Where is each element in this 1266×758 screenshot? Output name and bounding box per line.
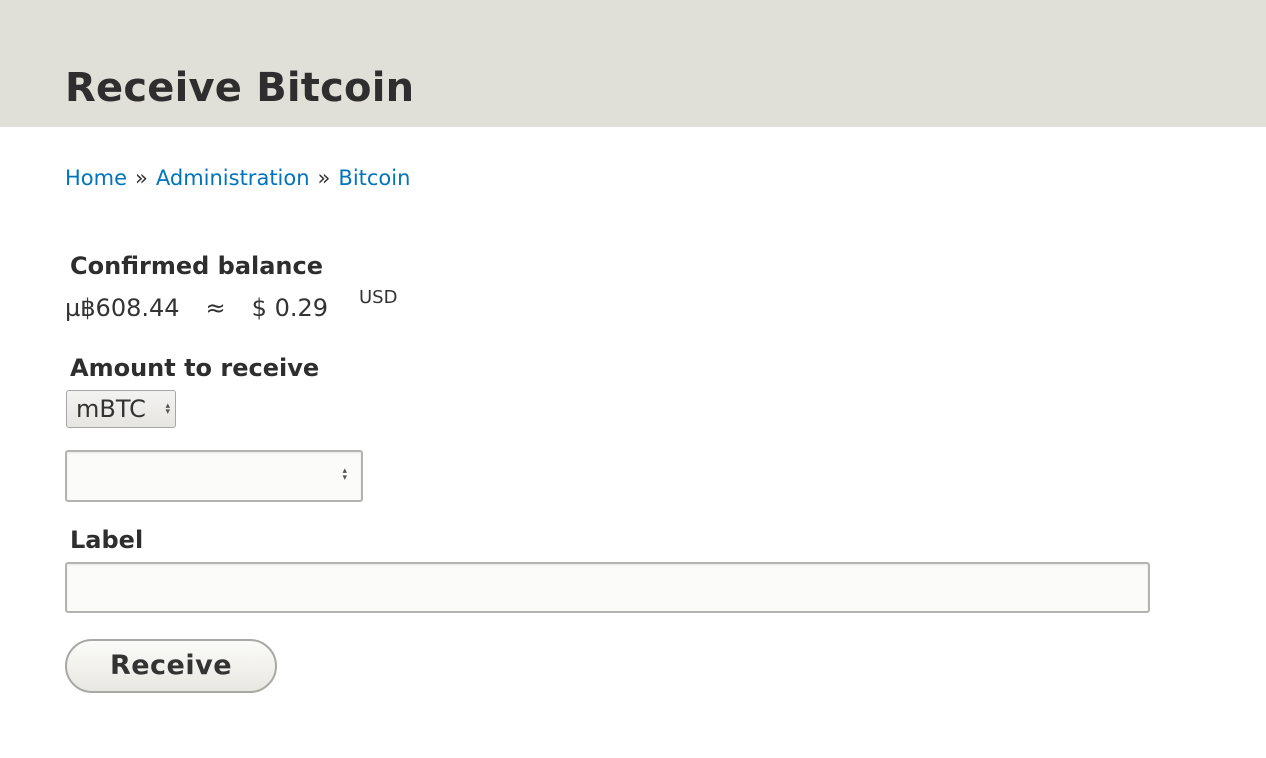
breadcrumb: Home » Administration » Bitcoin [65,164,410,192]
confirmed-balance-label: Confirmed balance [70,252,324,280]
breadcrumb-separator: » [135,166,148,190]
breadcrumb-bitcoin-link[interactable]: Bitcoin [338,166,410,190]
unit-select-value: mBTC [76,395,146,423]
breadcrumb-home-link[interactable]: Home [65,166,127,190]
breadcrumb-administration-link[interactable]: Administration [156,166,310,190]
fiat-symbol: $ [251,294,267,322]
label-input[interactable] [65,562,1150,613]
page-header: Receive Bitcoin [0,0,1266,127]
balance-display: µ฿608.44 ≈ $ 0.29 USD [65,287,397,324]
page-title: Receive Bitcoin [65,65,415,111]
amount-input[interactable]: ▴ ▾ [65,450,363,502]
label-field-label: Label [70,526,144,554]
amount-to-receive-label: Amount to receive [70,354,320,382]
unit-select[interactable]: mBTC ▴ ▾ [66,390,176,428]
btc-amount: 608.44 [95,294,180,322]
fiat-currency-code: USD [359,287,398,308]
approx-symbol: ≈ [205,294,226,322]
fiat-amount: 0.29 [274,294,328,322]
select-arrows-icon: ▴ ▾ [165,401,170,417]
receive-button[interactable]: Receive [65,639,277,693]
spinner-arrows-icon[interactable]: ▴ ▾ [342,467,347,483]
btc-symbol: µ฿ [65,294,96,322]
breadcrumb-separator: » [317,166,331,190]
